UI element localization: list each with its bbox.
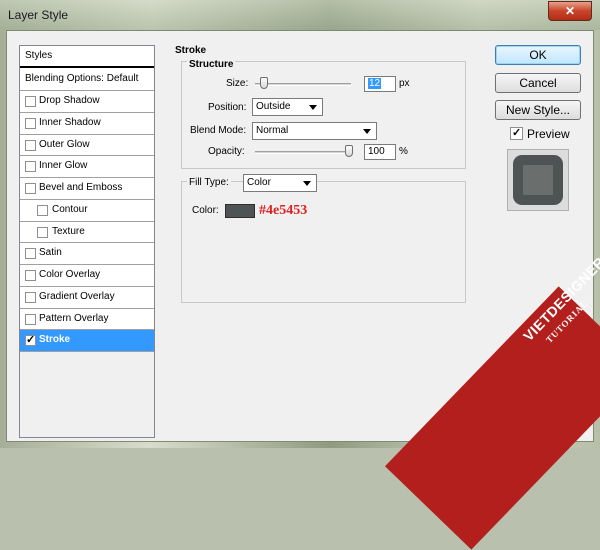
style-item-bevel-and-emboss[interactable]: Bevel and Emboss — [20, 178, 154, 200]
style-item-label: Satin — [39, 247, 62, 259]
style-item-checkbox[interactable] — [25, 333, 36, 347]
style-item-label: Contour — [52, 203, 88, 215]
style-item-contour[interactable]: Contour — [20, 199, 154, 222]
new-style-button[interactable]: New Style... — [495, 100, 581, 120]
style-item-label: Bevel and Emboss — [39, 182, 123, 193]
size-unit: px — [399, 78, 410, 89]
styles-header-label: Styles — [25, 50, 53, 61]
position-dropdown[interactable]: Outside — [252, 98, 323, 116]
blending-options-label: Blending Options: Default — [25, 73, 139, 84]
style-item-label: Inner Shadow — [39, 116, 101, 128]
style-item-label: Color Overlay — [39, 269, 101, 280]
style-item-checkbox[interactable] — [25, 248, 36, 260]
close-icon: ✕ — [564, 4, 576, 18]
style-item-checkbox[interactable] — [37, 204, 48, 216]
opacity-slider-thumb[interactable] — [345, 145, 353, 157]
style-item-checkbox[interactable] — [25, 139, 36, 151]
opacity-label: Opacity: — [208, 146, 245, 157]
preview-thumbnail — [507, 149, 569, 211]
style-item-label: Inner Glow — [39, 160, 88, 172]
style-item-label: Texture — [52, 225, 85, 237]
preview-checkbox[interactable] — [510, 126, 523, 140]
fill-type-dropdown[interactable]: Color — [243, 174, 317, 192]
style-item-checkbox[interactable] — [25, 291, 36, 303]
style-item-checkbox[interactable] — [25, 96, 36, 107]
size-input[interactable]: 12 — [364, 76, 396, 92]
style-item-checkbox[interactable] — [25, 161, 36, 173]
color-label: Color: — [192, 205, 219, 216]
chevron-down-icon — [309, 105, 317, 110]
stroke-title: Stroke — [175, 45, 207, 56]
style-item-inner-shadow[interactable]: Inner Shadow — [20, 112, 154, 135]
chevron-down-icon — [363, 129, 371, 134]
opacity-slider-track[interactable] — [255, 151, 351, 154]
style-item-pattern-overlay[interactable]: Pattern Overlay — [20, 308, 154, 331]
opacity-unit: % — [399, 146, 408, 157]
style-item-label: Pattern Overlay — [39, 312, 109, 324]
window-title: Layer Style — [8, 8, 69, 22]
style-item-inner-glow[interactable]: Inner Glow — [20, 156, 154, 178]
size-label: Size: — [226, 78, 249, 89]
color-swatch[interactable] — [225, 204, 255, 218]
style-item-satin[interactable]: Satin — [20, 243, 154, 265]
position-label: Position: — [208, 102, 247, 113]
style-item-checkbox[interactable] — [25, 183, 36, 194]
ok-button[interactable]: OK — [495, 45, 581, 65]
style-item-checkbox[interactable] — [25, 117, 36, 129]
preview-shape — [513, 155, 563, 205]
style-item-gradient-overlay[interactable]: Gradient Overlay — [20, 286, 154, 309]
style-item-outer-glow[interactable]: Outer Glow — [20, 134, 154, 157]
styles-list: Styles Blending Options: Default Drop Sh… — [19, 45, 155, 438]
close-button[interactable]: ✕ — [548, 1, 592, 21]
style-item-label: Outer Glow — [39, 138, 90, 150]
color-hex-annotation: #4e5453 — [259, 203, 308, 218]
blend-mode-label: Blend Mode: — [190, 125, 247, 136]
style-item-drop-shadow[interactable]: Drop Shadow — [20, 91, 154, 113]
style-item-stroke[interactable]: Stroke — [20, 330, 154, 352]
style-item-label: Drop Shadow — [39, 95, 100, 106]
styles-header[interactable]: Styles — [20, 46, 154, 68]
style-item-texture[interactable]: Texture — [20, 221, 154, 244]
style-item-checkbox[interactable] — [25, 313, 36, 325]
style-item-checkbox[interactable] — [37, 226, 48, 238]
cancel-button[interactable]: Cancel — [495, 73, 581, 93]
style-item-color-overlay[interactable]: Color Overlay — [20, 265, 154, 287]
style-item-checkbox[interactable] — [25, 270, 36, 281]
blending-options-item[interactable]: Blending Options: Default — [20, 68, 154, 91]
fill-group — [181, 181, 466, 303]
style-item-label: Stroke — [39, 334, 71, 346]
title-bar: Layer Style ✕ — [0, 0, 600, 30]
opacity-input[interactable]: 100 — [364, 144, 396, 160]
blend-mode-dropdown[interactable]: Normal — [252, 122, 377, 140]
structure-title: Structure — [187, 59, 236, 70]
fill-type-label: Fill Type: — [187, 177, 231, 188]
size-slider-thumb[interactable] — [259, 77, 268, 89]
style-item-label: Gradient Overlay — [39, 290, 115, 302]
size-slider-track[interactable] — [255, 83, 351, 86]
preview-label: Preview — [527, 127, 570, 141]
chevron-down-icon — [303, 181, 311, 186]
